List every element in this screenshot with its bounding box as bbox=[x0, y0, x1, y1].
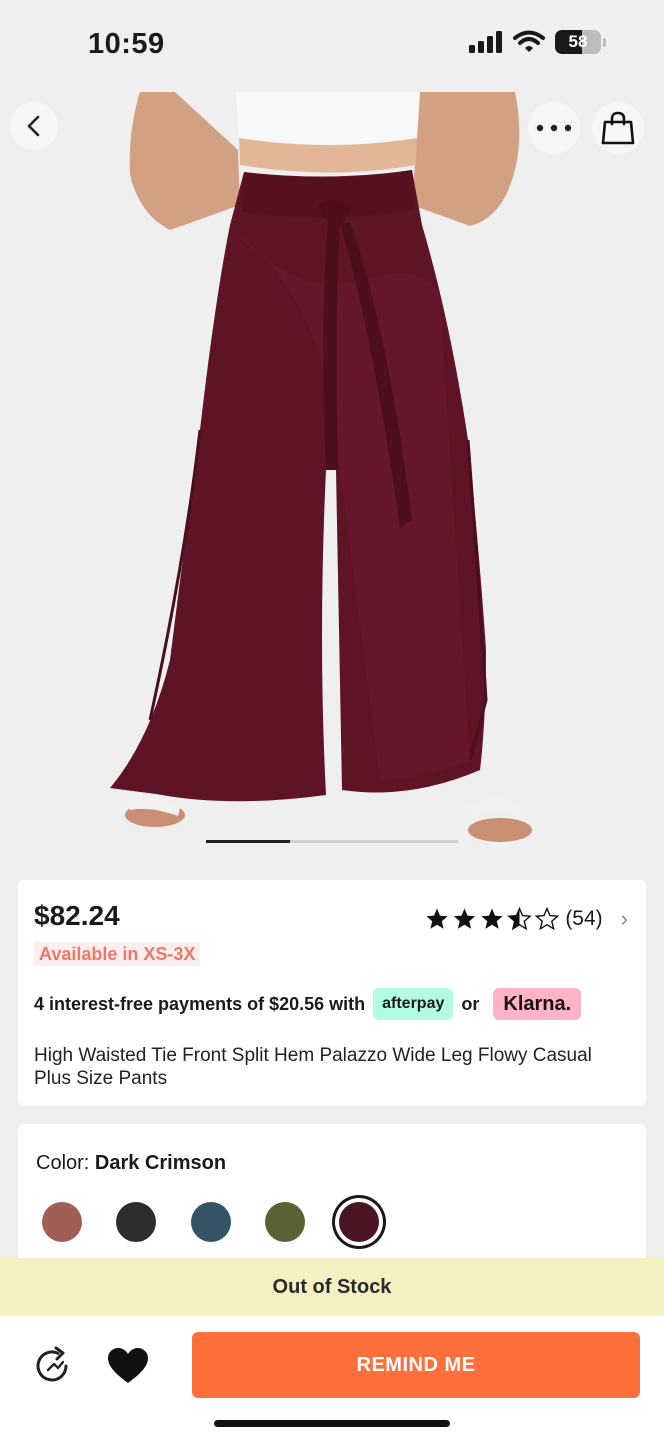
more-button[interactable] bbox=[528, 102, 580, 154]
home-indicator bbox=[214, 1420, 450, 1427]
availability-badge: Available in XS-3X bbox=[34, 942, 201, 966]
signal-icon bbox=[469, 31, 502, 53]
rating-count: (54) bbox=[565, 907, 603, 930]
color-label: Color: bbox=[36, 1152, 90, 1174]
share-button[interactable] bbox=[32, 1344, 76, 1388]
installment-text: 4 interest-free payments of $20.56 with bbox=[34, 993, 366, 1014]
color-swatch[interactable] bbox=[42, 1202, 82, 1242]
status-bar: 10:59 58 bbox=[0, 0, 664, 92]
color-selector-card: Color: Dark Crimson bbox=[18, 1124, 646, 1274]
color-swatch-selected[interactable] bbox=[339, 1202, 379, 1242]
heart-icon bbox=[108, 1348, 148, 1383]
product-name: High Waisted Tie Front Split Hem Palazzo… bbox=[34, 1045, 592, 1089]
product-price: $82.24 bbox=[34, 900, 120, 931]
refresh-icon bbox=[36, 1346, 68, 1382]
more-icon bbox=[536, 124, 572, 132]
chevron-right-icon: › bbox=[620, 906, 628, 931]
color-swatch[interactable] bbox=[265, 1202, 305, 1242]
color-line: Color: Dark Crimson bbox=[36, 1152, 226, 1175]
status-time: 10:59 bbox=[88, 28, 165, 60]
afterpay-logo[interactable]: afterpay bbox=[373, 988, 454, 1020]
product-image-carousel[interactable] bbox=[0, 92, 664, 862]
product-info-card: $82.24 Available in XS-3X (54) › 4 inter… bbox=[18, 880, 646, 1106]
battery-tip bbox=[603, 37, 606, 47]
wishlist-button[interactable] bbox=[106, 1344, 150, 1388]
carousel-pager-active bbox=[206, 840, 290, 843]
wifi-icon bbox=[513, 30, 545, 52]
shopping-bag-icon bbox=[601, 111, 635, 145]
color-swatch[interactable] bbox=[116, 1202, 156, 1242]
carousel-pager bbox=[206, 840, 458, 843]
shopping-bag-button[interactable] bbox=[592, 102, 644, 154]
rating-summary[interactable]: (54) › bbox=[425, 906, 628, 932]
out-of-stock-banner: Out of Stock bbox=[0, 1258, 664, 1316]
battery-icon: 58 bbox=[555, 30, 601, 54]
installment-line: 4 interest-free payments of $20.56 with … bbox=[34, 988, 582, 1020]
status-icons: 58 bbox=[469, 30, 606, 54]
back-button[interactable] bbox=[10, 102, 58, 150]
product-photo bbox=[110, 92, 532, 842]
battery-level: 58 bbox=[568, 32, 588, 51]
klarna-logo[interactable]: Klarna. bbox=[493, 988, 582, 1020]
chevron-left-icon bbox=[27, 115, 40, 137]
rating-stars bbox=[426, 907, 559, 930]
installment-or: or bbox=[461, 993, 480, 1014]
color-swatch[interactable] bbox=[191, 1202, 231, 1242]
remind-me-button[interactable]: REMIND ME bbox=[192, 1332, 640, 1398]
selected-color-name: Dark Crimson bbox=[94, 1152, 227, 1174]
